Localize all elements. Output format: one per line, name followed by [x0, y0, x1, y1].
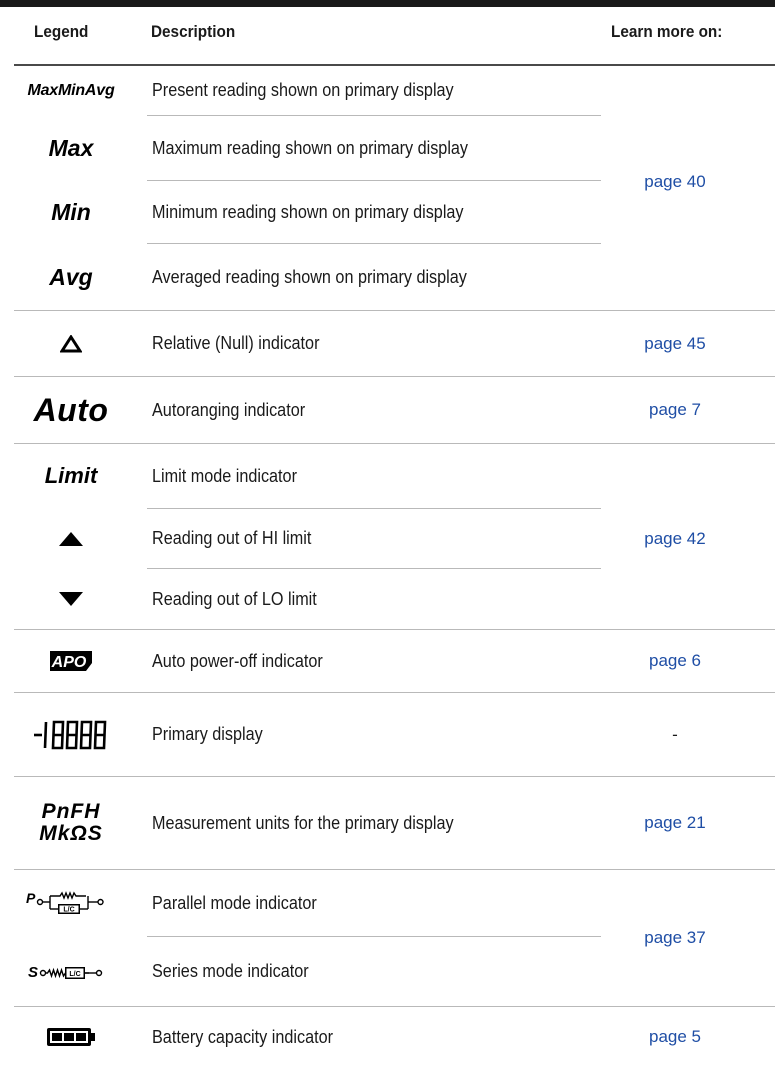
triangle-down-icon — [0, 569, 142, 629]
avg-icon: Avg — [0, 244, 142, 310]
row-description: Measurement units for the primary displa… — [152, 812, 454, 833]
table-row: APO Auto power-off indicator page 6 — [0, 630, 775, 692]
row-description: Auto power-off indicator — [152, 650, 323, 671]
table-row: Auto Autoranging indicator page 7 — [0, 377, 775, 443]
legend-label: Limit — [44, 463, 98, 488]
row-description: Battery capacity indicator — [152, 1026, 333, 1047]
delta-icon — [0, 311, 142, 376]
link-page-5[interactable]: page 5 — [601, 1007, 749, 1067]
link-page-7[interactable]: page 7 — [601, 377, 749, 443]
legend-label: Min — [51, 198, 91, 225]
table-row: Reading out of LO limit — [0, 569, 775, 629]
table-row: PnFH MkΩS Measurement units for the prim… — [0, 777, 775, 869]
legend-label: P — [26, 890, 36, 906]
maxminavg-icon: MaxMinAvg — [0, 66, 142, 115]
legend-label: Auto — [33, 391, 109, 428]
row-description: Relative (Null) indicator — [152, 333, 320, 353]
link-page-37[interactable]: page 37 — [601, 870, 749, 1006]
battery-icon — [0, 1007, 142, 1067]
link-none: - — [672, 724, 678, 744]
parallel-circuit-icon: P L/C — [0, 870, 142, 936]
measurement-units-icon: PnFH MkΩS — [0, 777, 142, 869]
table-row: Primary display - — [0, 693, 775, 776]
row-description: Reading out of LO limit — [152, 588, 317, 609]
table-row: Avg Averaged reading shown on primary di… — [0, 244, 775, 310]
triangle-up-icon — [0, 509, 142, 568]
lc-label: L/C — [69, 971, 80, 978]
link-page-45[interactable]: page 45 — [601, 311, 749, 376]
legend-label: S — [28, 964, 38, 981]
seven-segment-display-icon — [0, 693, 142, 776]
link-page-21[interactable]: page 21 — [601, 777, 749, 869]
table-row: Battery capacity indicator page 5 — [0, 1007, 775, 1067]
table-row: Relative (Null) indicator page 45 — [0, 311, 775, 376]
link-page-42[interactable]: page 42 — [601, 509, 749, 569]
limit-icon: Limit — [0, 444, 142, 508]
table-row: MaxMinAvg Present reading shown on prima… — [0, 66, 775, 115]
units-line-1: PnFH — [41, 800, 101, 823]
header-learn-more: Learn more on: — [611, 22, 723, 41]
row-description: Reading out of HI limit — [152, 528, 312, 548]
header-description: Description — [151, 22, 236, 41]
lc-label: L/C — [63, 907, 74, 914]
row-description: Present reading shown on primary display — [152, 80, 454, 100]
table-row: Limit Limit mode indicator — [0, 444, 775, 508]
legend-label: Max — [48, 134, 94, 161]
row-description: Limit mode indicator — [152, 465, 297, 486]
legend-label: MaxMinAvg — [27, 81, 115, 99]
max-icon: Max — [0, 116, 142, 180]
row-description: Maximum reading shown on primary display — [152, 137, 469, 158]
legend-label: Avg — [49, 263, 93, 290]
auto-icon: Auto — [0, 377, 142, 443]
row-description: Primary display — [152, 724, 263, 744]
min-icon: Min — [0, 181, 142, 243]
header-legend: Legend — [34, 22, 89, 41]
row-description: Parallel mode indicator — [152, 892, 317, 913]
link-page-40[interactable]: page 40 — [601, 116, 749, 247]
row-description: Minimum reading shown on primary display — [152, 201, 464, 222]
row-description: Averaged reading shown on primary displa… — [152, 266, 467, 287]
apo-icon: APO — [0, 630, 142, 692]
link-page-6[interactable]: page 6 — [601, 630, 749, 692]
legend-label: APO — [51, 654, 87, 671]
units-line-2: MkΩS — [39, 822, 103, 845]
series-circuit-icon: S L/C — [0, 937, 142, 1006]
row-description: Autoranging indicator — [152, 399, 306, 420]
row-description: Series mode indicator — [152, 961, 309, 981]
